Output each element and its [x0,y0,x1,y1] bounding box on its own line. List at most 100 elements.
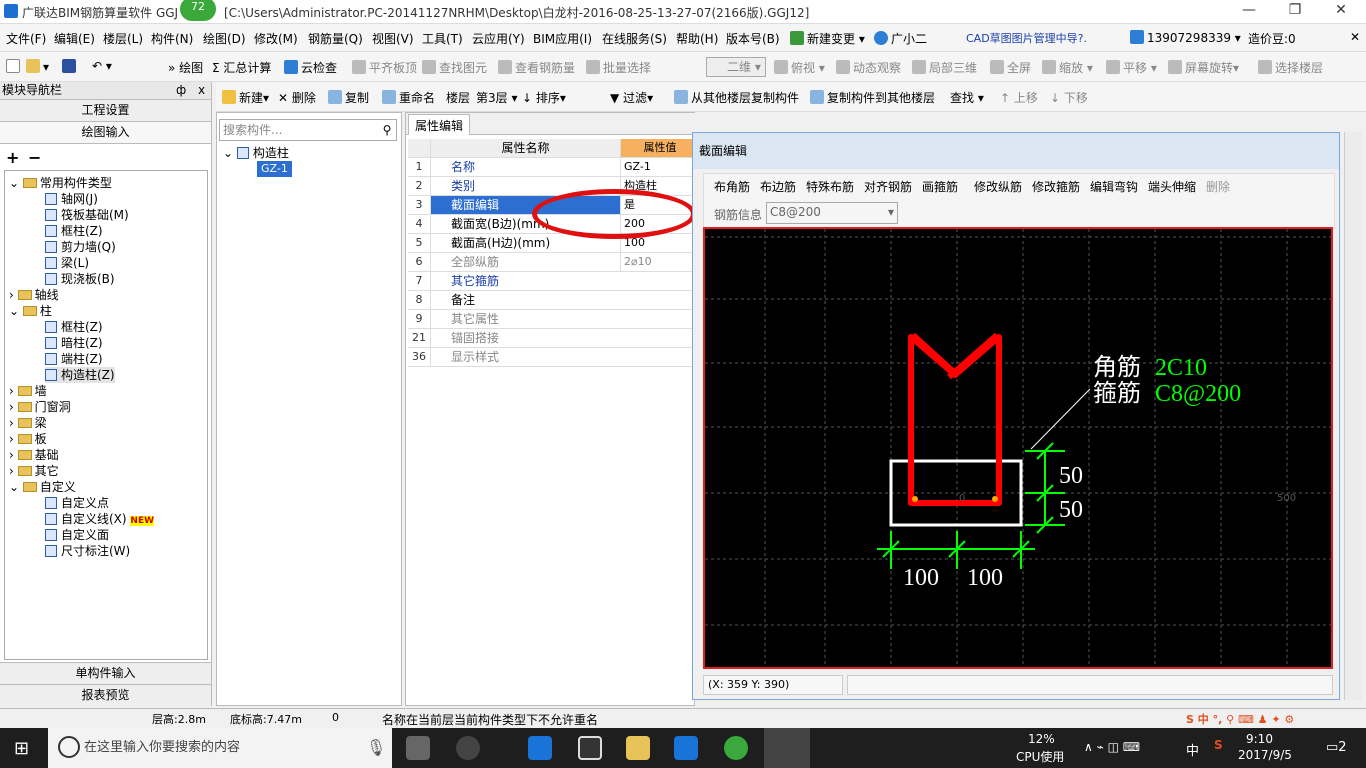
tree-foundation[interactable]: › 基础 [9,447,59,463]
browser-icon[interactable] [456,736,480,760]
rotate-button[interactable]: 屏幕旋转▾ [1168,59,1239,76]
list-root[interactable]: ⌄ 构造柱 [223,145,289,161]
sogou-tray-icon[interactable]: S [1214,738,1223,752]
tree-dimension[interactable]: 尺寸标注(W) [45,543,130,559]
menu-file[interactable]: 文件(F) [6,30,46,47]
tree-beam-group[interactable]: › 梁 [9,415,47,431]
tree-axis[interactable]: › 轴线 [9,287,59,303]
prop-row[interactable]: 1 名称 GZ-1 [408,158,696,177]
menu-rebar[interactable]: 钢筋量(Q) [308,30,363,47]
menu-tools[interactable]: 工具(T) [422,30,463,47]
menu-help[interactable]: 帮助(H) [676,30,718,47]
rename-button[interactable]: 重命名 [382,89,435,106]
tab-property-edit[interactable]: 属性编辑 [408,114,471,135]
local-3d-button[interactable]: 局部三维 [912,59,977,76]
zoom-button[interactable]: 缩放 ▾ [1042,59,1093,76]
taskbar-search-input[interactable]: 在这里输入你要搜索的内容 [48,728,392,768]
menu-view[interactable]: 视图(V) [372,30,414,47]
tree-other[interactable]: › 其它 [9,463,59,479]
menu-modify[interactable]: 修改(M) [254,30,298,47]
explorer-icon[interactable] [626,736,650,760]
tree-common[interactable]: ⌄ 常用构件类型 [9,175,112,191]
minimize-button[interactable]: — [1226,2,1272,22]
list-item-gz1[interactable]: GZ-1 [257,161,292,177]
new-file-icon[interactable] [6,59,23,74]
edge-icon[interactable] [528,736,552,760]
prop-row[interactable]: 6 全部纵筋 2⌀10 [408,253,696,272]
filter-button[interactable]: ▼ 过滤▾ [610,89,653,106]
draw-stirrup-button[interactable]: 画箍筋 [922,178,958,195]
prop-row-group[interactable]: 36 显示样式 [408,348,696,367]
menu-bim[interactable]: BIM应用(I) [533,30,592,47]
taskview-icon[interactable] [406,736,430,760]
tree-opening[interactable]: › 门窗洞 [9,399,71,415]
tree-col-constructional[interactable]: 构造柱(Z) [45,367,115,383]
restore-button[interactable]: ❐ [1272,2,1318,22]
sum-calc-button[interactable]: Σ 汇总计算 [212,59,271,76]
tree-custom-face[interactable]: 自定义面 [45,527,109,543]
menu-floor[interactable]: 楼层(L) [103,30,143,47]
tree-custom[interactable]: ⌄ 自定义 [9,479,76,495]
align-rebar-button[interactable]: 对齐钢筋 [864,178,912,195]
single-component-input-button[interactable]: 单构件输入 [0,662,211,684]
glodon-icon[interactable] [674,736,698,760]
close-button[interactable]: ✕ [1318,2,1364,22]
tree-column[interactable]: ⌄ 柱 [9,303,52,319]
ime-indicator[interactable]: 中 [1186,740,1199,759]
tree-col-frame[interactable]: 框柱(Z) [45,319,103,335]
sort-button[interactable]: ↓ 排序▾ [522,89,566,106]
prop-row[interactable]: 7 其它箍筋 [408,272,696,291]
tree-slab-group[interactable]: › 板 [9,431,47,447]
project-settings-button[interactable]: 工程设置 [0,100,211,122]
clock-time[interactable]: 9:10 [1246,732,1273,746]
nav-close-icon[interactable]: x [198,82,205,99]
copy-from-floor-button[interactable]: 从其他楼层复制构件 [674,89,799,106]
special-rebar-button[interactable]: 特殊布筋 [806,178,854,195]
prop-row-group[interactable]: 21 锚固搭接 [408,329,696,348]
batch-select-button[interactable]: 批量选择 [586,59,651,76]
prop-row[interactable]: 8 备注 [408,291,696,310]
windows-start-icon[interactable]: ⊞ [14,738,34,759]
view-mode-select[interactable]: 二维 ▾ [706,57,766,77]
move-up-button[interactable]: ↑ 上移 [1000,89,1038,106]
user-account[interactable]: 13907298339 ▾ [1130,30,1241,45]
cad-link[interactable]: CAD草图图片管理中导?. [966,30,1087,46]
tree-wall[interactable]: › 墙 [9,383,47,399]
menu-online[interactable]: 在线服务(S) [602,30,667,47]
edit-hook-button[interactable]: 编辑弯钩 [1090,178,1138,195]
view-rebar-button[interactable]: 查看钢筋量 [498,59,575,76]
open-folder-icon[interactable]: ▾ [26,59,49,74]
end-stretch-button[interactable]: 端头伸缩 [1148,178,1196,195]
tree-slab[interactable]: 现浇板(B) [45,271,115,287]
sogou-ime-icon[interactable]: S 中 °, ⚲ ⌨ ♟ ✦ ⚙ [1186,711,1294,727]
modify-long-rebar-button[interactable]: 修改纵筋 [974,178,1022,195]
draw-button[interactable]: » 绘图 [168,59,203,76]
find-button[interactable]: 查找 ▾ [950,89,984,106]
select-floor-button[interactable]: 选择楼层 [1258,59,1323,76]
menu-draw[interactable]: 绘图(D) [203,30,246,47]
pan-button[interactable]: 平移 ▾ [1106,59,1157,76]
draw-input-button[interactable]: 绘图输入 [0,122,211,144]
expand-all-icon[interactable]: + [6,148,19,167]
fullscreen-button[interactable]: 全屏 [990,59,1031,76]
tree-frame-col[interactable]: 框柱(Z) [45,223,103,239]
floor-select[interactable]: 第3层 ▾ [476,89,517,106]
orbit-button[interactable]: 动态观察 [836,59,901,76]
notification-icon[interactable]: ▭2 [1326,740,1347,755]
search-icon[interactable]: ⚲ [377,120,397,140]
tree-custom-point[interactable]: 自定义点 [45,495,109,511]
cloud-check-button[interactable]: 云检查 [284,59,337,76]
copy-button[interactable]: 复制 [328,89,369,106]
score-badge[interactable]: 72 [180,0,216,21]
report-preview-button[interactable]: 报表预览 [0,684,211,706]
align-slab-button[interactable]: 平齐板顶 [352,59,417,76]
tree-grid[interactable]: 轴网(J) [45,191,98,207]
delete-button[interactable]: ✕ 删除 [278,89,316,106]
collapse-all-icon[interactable]: − [28,148,41,167]
menu-new-change[interactable]: 新建变更 ▾ [790,30,865,47]
top-view-button[interactable]: 俯视 ▾ [774,59,825,76]
copy-to-floor-button[interactable]: 复制构件到其他楼层 [810,89,935,106]
tree-col-end[interactable]: 端柱(Z) [45,351,103,367]
menu-cloud[interactable]: 云应用(Y) [472,30,525,47]
find-element-button[interactable]: 查找图元 [422,59,487,76]
